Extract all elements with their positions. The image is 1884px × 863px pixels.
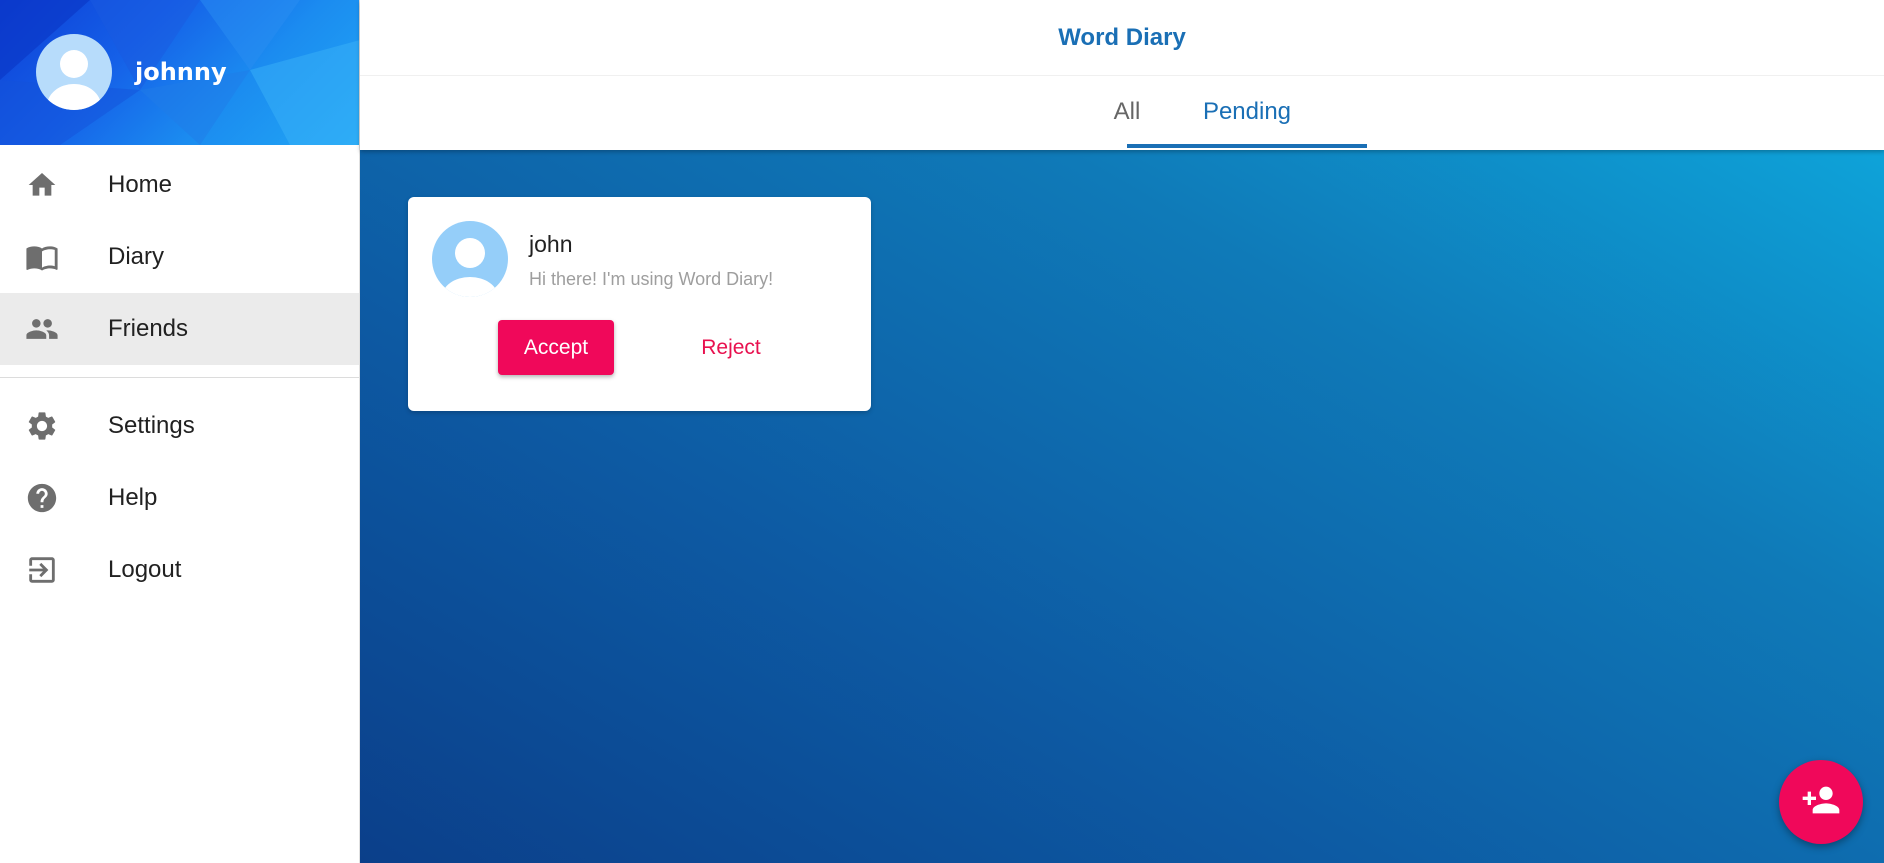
username: johnny (135, 58, 227, 86)
add-friend-button[interactable] (1779, 760, 1863, 844)
sidebar-item-label: Diary (108, 243, 165, 270)
main-area: Word Diary All Pending john Hi there! I'… (360, 0, 1884, 863)
accept-button[interactable]: Accept (498, 320, 614, 375)
app-bar: Word Diary All Pending (360, 0, 1884, 150)
people-icon (24, 311, 60, 347)
sidebar-item-label: Logout (108, 556, 182, 583)
profile-header: johnny (0, 0, 359, 145)
logout-icon (24, 552, 60, 588)
friend-name: john (529, 231, 573, 257)
help-icon (24, 480, 60, 516)
sidebar-item-label: Settings (108, 412, 195, 439)
home-icon (24, 167, 60, 203)
sidebar-item-settings[interactable]: Settings (0, 390, 359, 462)
nav-menu: Home Diary Friends Settings Help Logout (0, 145, 359, 606)
avatar (432, 221, 508, 297)
user-avatar[interactable] (36, 34, 112, 110)
sidebar: johnny Home Diary Friends Settings Help … (0, 0, 360, 863)
tab-indicator (1127, 144, 1367, 148)
sidebar-item-home[interactable]: Home (0, 149, 359, 221)
nav-divider (0, 377, 359, 378)
tab-bar: All Pending (360, 76, 1884, 148)
sidebar-item-help[interactable]: Help (0, 462, 359, 534)
sidebar-item-logout[interactable]: Logout (0, 534, 359, 606)
gear-icon (24, 408, 60, 444)
tab-pending[interactable]: Pending (1127, 76, 1367, 148)
friend-request-card: john Hi there! I'm using Word Diary! Acc… (408, 197, 871, 411)
sidebar-item-label: Home (108, 171, 173, 198)
reject-button[interactable]: Reject (666, 320, 796, 375)
add-person-icon (1801, 780, 1841, 825)
sidebar-item-diary[interactable]: Diary (0, 221, 359, 293)
sidebar-item-label: Friends (108, 315, 189, 342)
friend-status: Hi there! I'm using Word Diary! (529, 269, 774, 289)
sidebar-item-label: Help (108, 484, 158, 511)
page-title: Word Diary (360, 0, 1884, 76)
sidebar-item-friends[interactable]: Friends (0, 293, 359, 365)
book-icon (24, 239, 60, 275)
content-area: john Hi there! I'm using Word Diary! Acc… (360, 150, 1884, 863)
